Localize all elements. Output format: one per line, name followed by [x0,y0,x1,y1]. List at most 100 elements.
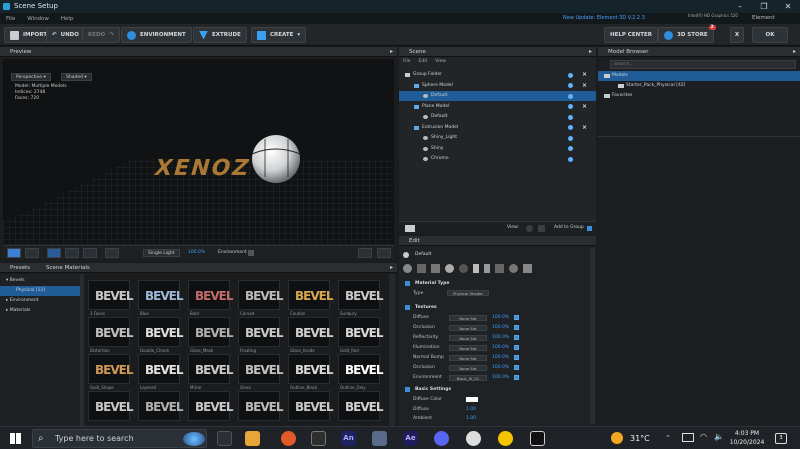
move-tool-icon[interactable] [47,248,61,258]
capcut-icon[interactable] [530,431,545,446]
fullscreen-icon[interactable] [377,248,391,258]
preset-tile[interactable]: BEVEL [188,391,233,421]
pinned-app-icon[interactable] [498,431,513,446]
redo-button[interactable]: REDO ↷ [82,27,120,43]
scene-menu-view[interactable]: View [435,59,446,64]
select-tool-icon[interactable] [25,248,39,258]
diffuse-color-swatch[interactable] [466,397,478,402]
pin-icon[interactable] [484,264,490,273]
basic-setting-value[interactable]: 1.00 [466,405,476,414]
light-bulb-icon[interactable] [473,264,479,273]
environment-button[interactable]: ENVIRONMENT [121,27,192,43]
preset-tile[interactable]: BEVEL [88,354,133,384]
tree-item-materials[interactable]: ▸ Materials [0,306,80,316]
animate-app-icon[interactable]: An [341,431,356,446]
render-settings-icon[interactable] [358,248,372,258]
weather-temperature[interactable]: 31°C [630,434,650,443]
file-explorer-icon[interactable] [245,431,260,446]
remove-icon[interactable]: × [582,70,587,80]
type-select[interactable]: Physical Shader [447,290,489,296]
scene-menu-file[interactable]: File [403,59,411,64]
scene-row[interactable]: Default [399,112,596,122]
preset-tile[interactable]: BEVEL [88,317,133,347]
remove-icon[interactable]: × [582,102,587,112]
3d-store-button[interactable]: 3D STORE 2 [658,25,716,43]
create-button[interactable]: CREATE ▾ [251,27,307,43]
3d-viewport[interactable]: XENOZ Perspective ▾ Shaded ▾ Model: Mult… [3,59,394,244]
texture-enable-checkbox[interactable] [514,375,519,380]
visibility-toggle[interactable] [568,114,573,120]
eye-icon[interactable] [526,225,533,232]
textures-section[interactable]: Textures [399,303,596,312]
preset-tile[interactable]: BEVEL [188,317,233,347]
preset-tile[interactable]: BEVEL [188,280,233,310]
basic-settings-section[interactable]: Basic Settings [399,385,596,394]
environment-toggle[interactable] [248,250,254,256]
after-effects-app-icon[interactable]: Ae [403,431,418,446]
close-icon[interactable]: ✕ [776,0,800,13]
basic-setting-value[interactable]: 1.00 [466,414,476,423]
chrome-icon[interactable] [466,431,481,446]
brave-browser-icon[interactable] [281,431,296,446]
visibility-toggle[interactable] [568,104,573,109]
texture-strength[interactable]: 100.0% [492,353,509,362]
visibility-toggle[interactable] [568,72,573,78]
texture-slot[interactable]: None Set [449,344,487,351]
visibility-toggle[interactable] [568,135,573,141]
texture-strength[interactable]: 100.0% [492,343,509,352]
scene-row[interactable]: Shiny [399,144,596,154]
texture-strength[interactable]: 100.0% [492,333,509,342]
undo-button[interactable]: ↶ UNDO [46,27,85,43]
scene-row[interactable]: Shiny_Light [399,133,596,143]
texture-enable-checkbox[interactable] [514,345,519,350]
texture-enable-checkbox[interactable] [514,355,519,360]
environment-sphere-icon[interactable] [509,264,518,273]
taskbar-search-box[interactable]: ⌕ Type here to search [32,429,207,448]
ok-button[interactable]: OK [752,27,788,43]
preset-tile[interactable]: BEVEL [288,391,333,421]
camera-tool-icon[interactable] [7,248,21,258]
add-to-group-checkbox[interactable] [587,226,592,231]
shading-sphere-icon[interactable] [445,264,454,273]
tree-item-physical[interactable]: Physical [12] [0,286,80,296]
clapperboard-icon[interactable] [311,431,326,446]
texture-strength[interactable]: 100.0% [492,323,509,332]
menu-window[interactable]: Window [27,16,49,22]
gear-icon[interactable] [538,225,545,232]
preset-tile[interactable]: BEVEL [238,391,283,421]
texture-enable-checkbox[interactable] [514,315,519,320]
menu-help[interactable]: Help [61,16,74,22]
preset-tile[interactable]: BEVEL [238,317,283,347]
material-preview-icon[interactable] [403,264,412,273]
preset-tile[interactable]: BEVEL [188,354,233,384]
preset-tile[interactable]: BEVEL [288,354,333,384]
preset-tile[interactable]: BEVEL [288,317,333,347]
preset-tile[interactable]: BEVEL [138,280,183,310]
model-tree-item[interactable]: Favorites [598,91,800,101]
element-menu[interactable]: Element [752,13,775,24]
new-update-link[interactable]: New Update: Element 3D V.2.2.3 [563,13,645,24]
tab-scene-materials[interactable]: Scene Materials [46,263,90,272]
visibility-toggle[interactable] [568,156,573,162]
preset-tile[interactable]: BEVEL [138,354,183,384]
menu-file[interactable]: File [6,16,15,22]
model-tree-item[interactable]: Models [598,71,800,81]
rotate-tool-icon[interactable] [65,248,79,258]
texture-strength[interactable]: 100.0% [492,373,509,382]
help-center-button[interactable]: HELP CENTER [604,27,658,43]
extrude-button[interactable]: EXTRUDE [193,27,247,43]
tree-item-bevels[interactable]: ▾ Bevels [0,276,80,286]
preset-tile[interactable]: BEVEL [338,317,383,347]
preset-tile[interactable]: BEVEL [238,280,283,310]
restore-icon[interactable]: ❐ [752,0,776,13]
visibility-toggle[interactable] [568,125,573,130]
visibility-toggle[interactable] [568,93,573,99]
texture-enable-checkbox[interactable] [514,325,519,330]
grid-icon[interactable] [495,264,504,273]
scene-row[interactable]: Group Folder × [399,70,596,80]
splitter-handle[interactable] [80,274,84,426]
close-button[interactable]: X [730,27,744,43]
visibility-toggle[interactable] [568,146,573,151]
wifi-icon[interactable]: ◠ [700,432,707,441]
preset-tile[interactable]: BEVEL [338,280,383,310]
